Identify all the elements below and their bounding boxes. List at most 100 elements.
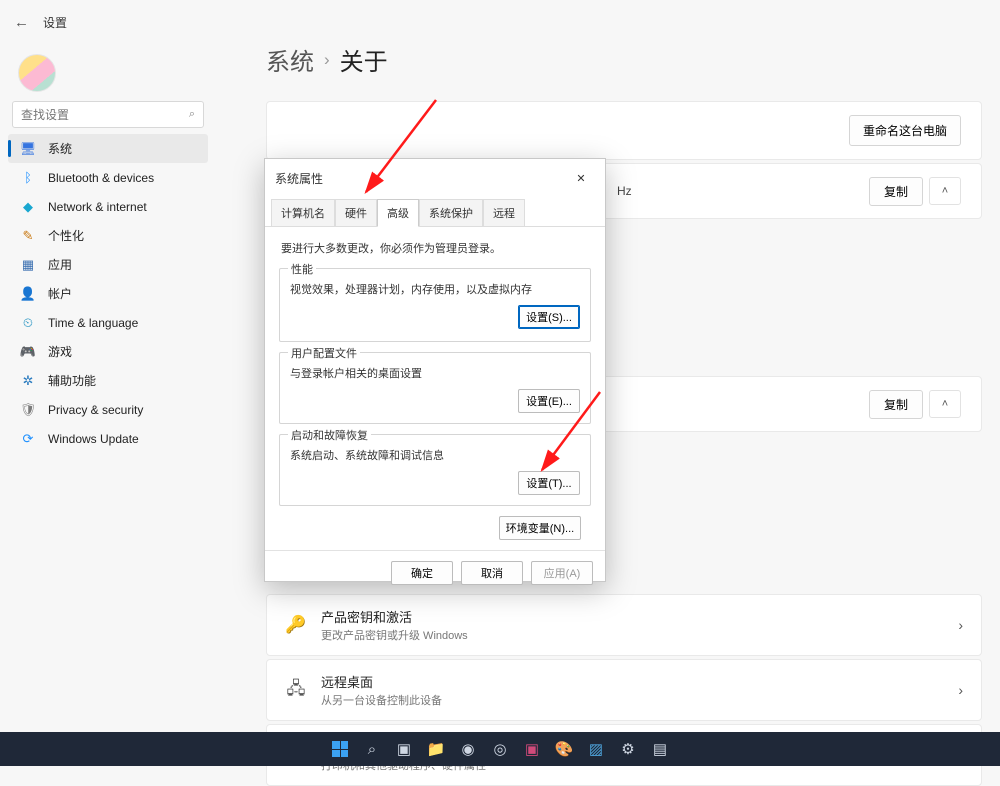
user-profiles-legend: 用户配置文件	[288, 345, 360, 361]
app-button-2[interactable]: ▣	[518, 736, 546, 762]
start-button[interactable]	[326, 736, 354, 762]
dialog-close-button[interactable]: ✕	[567, 166, 595, 190]
taskbar-search-button[interactable]: ⌕	[358, 736, 386, 762]
search-icon: ⌕	[368, 741, 376, 758]
sidebar-item-label: 辅助功能	[48, 372, 96, 389]
dialog-title: 系统属性	[275, 170, 323, 187]
copy-device-spec-button[interactable]: 复制	[869, 177, 923, 206]
link-product-key[interactable]: 🔑 产品密钥和激活 更改产品密钥或升级 Windows ›	[266, 594, 982, 656]
accessibility-icon: ✲	[20, 373, 36, 389]
sidebar-item-time-language[interactable]: ⏲Time & language	[8, 308, 208, 337]
sidebar-item-gaming[interactable]: 🎮 游戏	[8, 337, 208, 366]
palette-icon: 🎨	[555, 740, 574, 758]
tab-remote[interactable]: 远程	[483, 199, 525, 227]
chrome-icon: ◉	[461, 740, 474, 758]
link-subtitle: 更改产品密钥或升级 Windows	[321, 627, 944, 643]
chevron-right-icon: ›	[324, 50, 330, 70]
sidebar-item-label: 游戏	[48, 343, 72, 360]
system-properties-dialog: 系统属性 ✕ 计算机名 硬件 高级 系统保护 远程 要进行大多数更改，你必须作为…	[264, 158, 606, 582]
app-icon: ◎	[493, 740, 506, 758]
gamepad-icon: 🎮	[20, 344, 36, 360]
task-view-button[interactable]: ▣	[390, 736, 418, 762]
startup-recovery-legend: 启动和故障恢复	[288, 427, 371, 443]
dialog-tabs: 计算机名 硬件 高级 系统保护 远程	[265, 194, 605, 227]
remote-desktop-icon: 🖧	[285, 679, 307, 701]
app-button-4[interactable]: ▤	[646, 736, 674, 762]
folder-icon: 📁	[427, 740, 446, 758]
sidebar-item-accessibility[interactable]: ✲ 辅助功能	[8, 366, 208, 395]
apps-icon: ▦	[20, 257, 36, 273]
back-button[interactable]: ←	[14, 14, 29, 31]
chrome-button[interactable]: ◉	[454, 736, 482, 762]
dialog-cancel-button[interactable]: 取消	[461, 561, 523, 585]
user-avatar[interactable]	[18, 54, 56, 92]
breadcrumb-about: 关于	[340, 42, 388, 77]
link-title: 产品密钥和激活	[321, 607, 944, 626]
sidebar-item-label: Windows Update	[48, 432, 139, 446]
sidebar-item-label: 个性化	[48, 227, 84, 244]
wifi-icon: ◆	[20, 199, 36, 215]
app-button-1[interactable]: ◎	[486, 736, 514, 762]
search-icon: ⌕	[189, 108, 195, 121]
tab-system-protection[interactable]: 系统保护	[419, 199, 483, 227]
breadcrumb-system[interactable]: 系统	[266, 42, 314, 77]
photos-button[interactable]: ▨	[582, 736, 610, 762]
sidebar-item-windows-update[interactable]: ⟳Windows Update	[8, 424, 208, 453]
photos-icon: ▨	[589, 740, 603, 758]
sidebar-item-system[interactable]: 🖥系统	[8, 134, 208, 163]
user-profiles-settings-button[interactable]: 设置(E)...	[518, 389, 580, 413]
startup-recovery-group: 启动和故障恢复 系统启动、系统故障和调试信息 设置(T)...	[279, 434, 591, 506]
chevron-up-icon: ˄	[942, 185, 948, 197]
user-profiles-desc: 与登录帐户相关的桌面设置	[290, 365, 580, 381]
window-title: 设置	[43, 14, 67, 31]
task-view-icon: ▣	[397, 740, 411, 758]
link-subtitle: 从另一台设备控制此设备	[321, 692, 944, 708]
environment-variables-button[interactable]: 环境变量(N)...	[499, 516, 581, 540]
sidebar-item-privacy[interactable]: 🛡 Privacy & security	[8, 395, 208, 424]
tab-advanced[interactable]: 高级	[377, 199, 419, 227]
search-input[interactable]	[21, 108, 189, 122]
copy-windows-spec-button[interactable]: 复制	[869, 390, 923, 419]
performance-desc: 视觉效果，处理器计划，内存使用，以及虚拟内存	[290, 281, 580, 297]
rename-pc-button[interactable]: 重命名这台电脑	[849, 115, 961, 146]
link-title: 远程桌面	[321, 672, 944, 691]
performance-group: 性能 视觉效果，处理器计划，内存使用，以及虚拟内存 设置(S)...	[279, 268, 591, 342]
startup-recovery-settings-button[interactable]: 设置(T)...	[518, 471, 580, 495]
tab-computer-name[interactable]: 计算机名	[271, 199, 335, 227]
shield-icon: 🛡	[20, 402, 36, 418]
sidebar-item-network[interactable]: ◆ Network & internet	[8, 192, 208, 221]
settings-button[interactable]: ⚙	[614, 736, 642, 762]
expand-windows-spec-button[interactable]: ˄	[929, 390, 961, 418]
windows-logo-icon	[332, 741, 348, 757]
performance-settings-button[interactable]: 设置(S)...	[518, 305, 580, 329]
sidebar-item-personalization[interactable]: ✎个性化	[8, 221, 208, 250]
dialog-ok-button[interactable]: 确定	[391, 561, 453, 585]
chevron-right-icon: ›	[958, 682, 963, 698]
link-remote-desktop[interactable]: 🖧 远程桌面 从另一台设备控制此设备 ›	[266, 659, 982, 721]
user-profiles-group: 用户配置文件 与登录帐户相关的桌面设置 设置(E)...	[279, 352, 591, 424]
sidebar-item-label: Time & language	[48, 316, 138, 330]
file-explorer-button[interactable]: 📁	[422, 736, 450, 762]
sidebar-item-label: Bluetooth & devices	[48, 171, 154, 185]
chevron-up-icon: ˄	[942, 398, 948, 410]
search-box[interactable]: ⌕	[12, 101, 204, 128]
app-icon: ▣	[525, 740, 539, 758]
sidebar-item-label: 帐户	[48, 285, 72, 302]
sidebar-item-label: Network & internet	[48, 200, 147, 214]
app-button-3[interactable]: 🎨	[550, 736, 578, 762]
taskbar[interactable]: ⌕ ▣ 📁 ◉ ◎ ▣ 🎨 ▨ ⚙ ▤	[0, 732, 1000, 766]
expand-device-spec-button[interactable]: ˄	[929, 177, 961, 205]
sidebar-item-label: 应用	[48, 256, 72, 273]
startup-recovery-desc: 系统启动、系统故障和调试信息	[290, 447, 580, 463]
sidebar-item-label: Privacy & security	[48, 403, 143, 417]
gear-icon: ⚙	[621, 740, 634, 758]
key-icon: 🔑	[285, 614, 307, 636]
display-icon: 🖥	[20, 141, 36, 157]
sidebar-item-apps[interactable]: ▦ 应用	[8, 250, 208, 279]
spec-ghz-text: Hz	[617, 184, 632, 198]
tab-hardware[interactable]: 硬件	[335, 199, 377, 227]
sidebar-item-bluetooth[interactable]: ᛒBluetooth & devices	[8, 163, 208, 192]
sidebar: 🖥系统 ᛒBluetooth & devices ◆ Network & inte…	[8, 134, 208, 453]
dialog-apply-button[interactable]: 应用(A)	[531, 561, 593, 585]
sidebar-item-accounts[interactable]: 👤帐户	[8, 279, 208, 308]
